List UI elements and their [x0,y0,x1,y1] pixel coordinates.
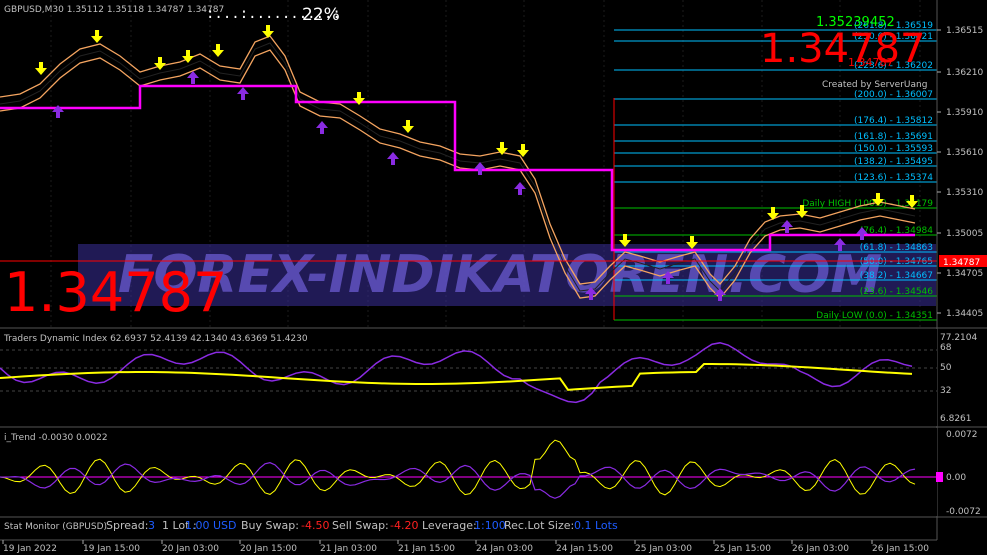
leverage-value: 1:100 [474,519,506,532]
fib-label: (50.0) - 1.34765 [860,257,933,267]
time-tick-label: 19 Jan 15:00 [83,544,140,554]
sell-swap-label: Sell Swap: [332,519,389,532]
fib-label: (161.8) - 1.35691 [854,132,933,142]
rec-lot-label: Rec.Lot Size: [504,519,574,532]
time-axis: 19 Jan 2022 19 Jan 15:00 20 Jan 03:00 20 Ja… [2,540,929,554]
price-axis: 1.36515 1.36210 1.35910 1.35610 1.35310 1.350… [937,26,983,319]
trend-value-tag [936,472,943,482]
fib-label: (61.8) - 1.34863 [860,243,933,253]
leverage-label: Leverage: [422,519,477,532]
tdi-axis: 77.210468 50 32 6.8261 [940,333,977,424]
trend-title: i_Trend -0.0030 0.0022 [4,433,108,443]
lot-value: 1.00 USD [185,519,237,532]
price-tick-label: 1.35005 [946,229,983,239]
fib-label: (200.0) - 1.36007 [854,90,933,100]
time-tick-label: 21 Jan 15:00 [398,544,455,554]
trend-axis: 0.0072 0.00 -0.0072 [946,430,981,517]
tdi-axis-label: 50 [940,363,952,373]
spread-label: Spread: [106,519,148,532]
price-tick-label: 1.35610 [946,148,983,158]
trend-panel[interactable] [0,428,937,516]
time-tick-label: 24 Jan 03:00 [476,544,533,554]
time-tick-label: 26 Jan 03:00 [792,544,849,554]
trend-axis-label: -0.0072 [946,507,981,517]
fib-label: Daily LOW (0.0) - 1.34351 [816,311,933,321]
time-tick-label: 25 Jan 03:00 [635,544,692,554]
trend-axis-label: 0.0072 [946,430,978,440]
time-tick-label: 20 Jan 15:00 [240,544,297,554]
time-tick-label: 20 Jan 03:00 [162,544,219,554]
fib-label: (138.2) - 1.35495 [854,157,933,167]
sell-swap-value: -4.20 [390,519,418,532]
time-tick-label: 24 Jan 15:00 [556,544,613,554]
buy-swap-label: Buy Swap: [241,519,299,532]
symbol-info: GBPUSD,M30 1.35112 1.35118 1.34787 1.347… [4,5,224,15]
price-tick-label: 1.34405 [946,309,983,319]
buy-swap-value: -4.50 [301,519,329,532]
price-tick-label: 1.36210 [946,68,983,78]
big-price-left: 1.34787 [4,261,227,324]
time-tick-label: 21 Jan 03:00 [320,544,377,554]
stat-title: Stat Monitor (GBPUSD) [4,522,107,532]
trading-chart[interactable]: FOREX-INDIKATOREN.COM (261.8) - 1.36519(… [0,0,987,555]
trend-axis-label: 0.00 [946,473,966,483]
big-price-right: 1.34787 [760,26,925,72]
time-tick-label: 26 Jan 15:00 [872,544,929,554]
tdi-axis-label: 77.2104 [940,333,977,343]
spread-value: 3 [148,519,155,532]
tdi-axis-label: 6.8261 [940,414,972,424]
time-tick-label: 25 Jan 15:00 [714,544,771,554]
current-price-tag-text: 1.34787 [943,258,980,268]
rec-lot-value: 0.1 Lots [574,519,618,532]
fib-label: (23.6) - 1.34546 [860,287,934,297]
tdi-axis-label: 32 [940,386,951,396]
tdi-axis-label: 68 [940,343,952,353]
price-tick-label: 1.36515 [946,26,983,36]
fib-label: (176.4) - 1.35812 [854,116,933,126]
stat-monitor: Stat Monitor (GBPUSD) Spread: 3 1 Lot : … [4,519,618,532]
price-tick-label: 1.34705 [946,269,983,279]
credit-label: Created by ServerUang [822,80,927,90]
price-tick-label: 1.35310 [946,188,983,198]
fib-label: (150.0) - 1.35593 [854,144,933,154]
fib-label: (38.2) - 1.34667 [860,271,933,281]
time-tick-label: 19 Jan 2022 [3,544,57,554]
progress-percent: 22% [302,5,340,25]
tdi-title: Traders Dynamic Index 62.6937 52.4139 42… [3,334,308,344]
fib-label: (123.6) - 1.35374 [854,173,933,183]
price-tick-label: 1.35910 [946,108,983,118]
